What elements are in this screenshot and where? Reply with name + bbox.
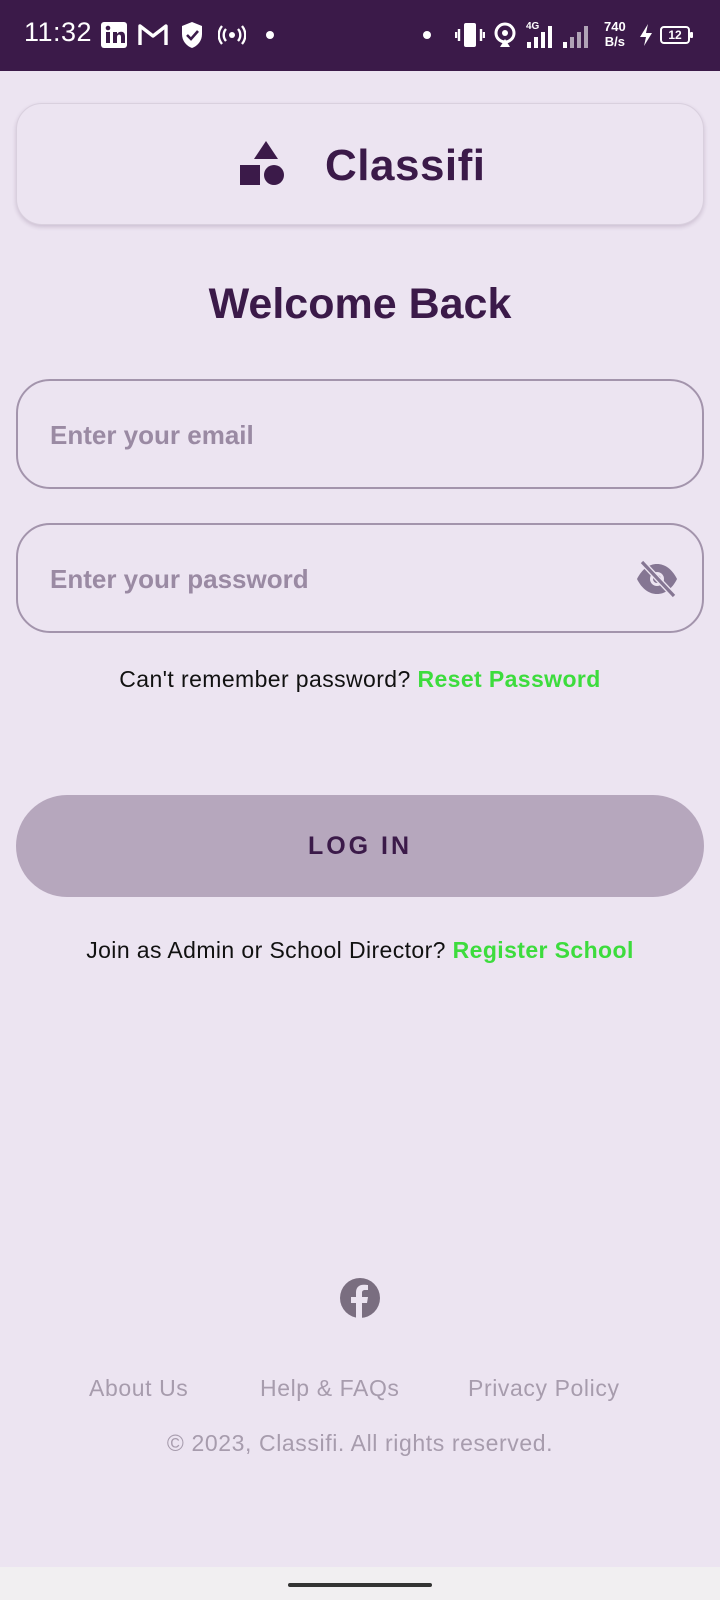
- email-field-container: [16, 379, 704, 489]
- facebook-icon[interactable]: [340, 1278, 380, 1318]
- password-input[interactable]: [48, 525, 612, 633]
- svg-text:4G: 4G: [526, 21, 540, 32]
- signal-icon: [561, 20, 589, 50]
- brand-name: Classifi: [325, 141, 486, 190]
- toggle-password-visibility-icon[interactable]: [634, 559, 680, 599]
- page-title: Welcome Back: [208, 280, 512, 328]
- vibrate-icon: [455, 20, 485, 50]
- charging-icon: [638, 20, 654, 50]
- battery-icon: 12: [660, 26, 693, 44]
- network-speed-value: 740: [604, 19, 626, 34]
- status-bar: 11:32 4G 740 B/s 12: [0, 0, 720, 71]
- wifi-hotspot-icon: [492, 20, 518, 50]
- classifi-logo-icon: [240, 141, 284, 185]
- status-time: 11:32: [24, 17, 93, 47]
- reset-password-row: Can't remember password? Reset Password: [0, 666, 720, 693]
- register-school-link[interactable]: Register School: [453, 937, 634, 963]
- footer-link-help-faqs[interactable]: Help & FAQs: [260, 1375, 400, 1402]
- reset-password-link[interactable]: Reset Password: [417, 666, 600, 692]
- gmail-icon: [138, 20, 168, 50]
- copyright-icon: ©: [166, 1430, 185, 1456]
- network-speed-unit: B/s: [604, 34, 625, 49]
- register-prompt: Join as Admin or School Director?: [86, 937, 446, 963]
- footer-link-about-us[interactable]: About Us: [89, 1375, 188, 1402]
- login-button[interactable]: LOG IN: [16, 795, 704, 897]
- signal-4g-icon: 4G: [525, 20, 555, 50]
- home-indicator[interactable]: [288, 1583, 432, 1587]
- register-school-row: Join as Admin or School Director? Regist…: [0, 937, 720, 964]
- reset-password-prompt: Can't remember password?: [119, 666, 411, 692]
- copyright-text: 2023, Classifi. All rights reserved.: [191, 1430, 554, 1456]
- copyright: © 2023, Classifi. All rights reserved.: [0, 1430, 720, 1457]
- hotspot-icon: [218, 20, 246, 50]
- footer-link-privacy-policy[interactable]: Privacy Policy: [468, 1375, 620, 1402]
- password-field-container: [16, 523, 704, 633]
- dot-icon: [265, 20, 275, 50]
- shield-icon: [180, 20, 204, 50]
- linkedin-icon: [100, 20, 128, 50]
- email-input[interactable]: [48, 381, 612, 489]
- dot-icon: [422, 20, 432, 50]
- network-speed: 740 B/s: [604, 19, 626, 49]
